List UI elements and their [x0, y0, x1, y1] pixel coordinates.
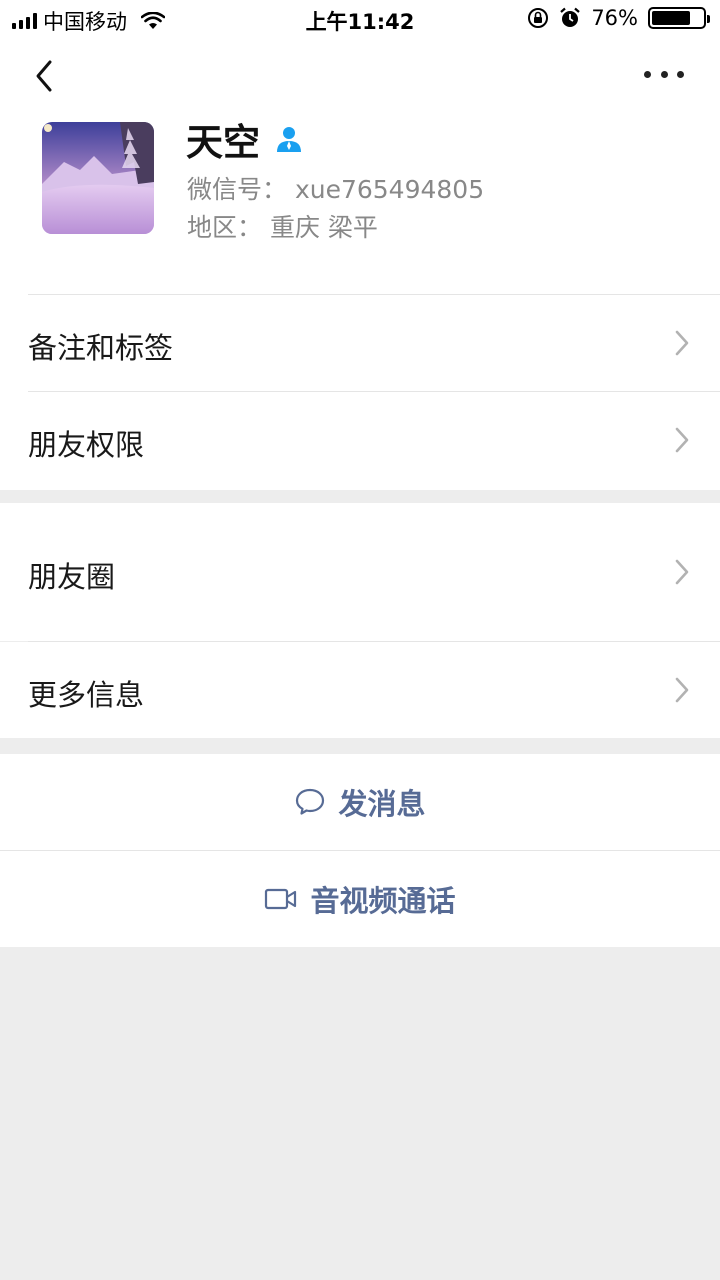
profile-name-row: 天空: [186, 112, 304, 166]
video-camera-icon: [265, 888, 297, 910]
divider: [28, 641, 720, 642]
more-info-row[interactable]: 更多信息: [0, 642, 720, 738]
send-message-label: 发消息: [338, 787, 426, 821]
moments-label: 朋友圈: [28, 560, 116, 594]
remarks-tags-label: 备注和标签: [28, 331, 174, 365]
profile-header: 天空 微信号： xue765494805 地区： 重庆 梁平 备注和标签 朋友权…: [0, 36, 720, 490]
wechat-id: 微信号： xue765494805: [187, 175, 485, 204]
friend-permissions-row[interactable]: 朋友权限: [0, 392, 720, 488]
profile-name: 天空: [186, 121, 260, 164]
divider: [0, 850, 720, 851]
chevron-right-icon: [675, 330, 689, 356]
battery-percent: 76%: [591, 6, 638, 30]
battery-level: [652, 11, 690, 25]
more-dots-icon[interactable]: [644, 66, 684, 82]
person-icon: [277, 127, 301, 152]
av-call-button[interactable]: 音视频通话: [0, 851, 720, 947]
chevron-right-icon: [675, 559, 689, 585]
friend-permissions-label: 朋友权限: [28, 428, 145, 462]
avatar[interactable]: [42, 122, 154, 234]
more-info-label: 更多信息: [28, 678, 145, 712]
status-right: 76%: [527, 6, 710, 30]
alarm-icon: [560, 7, 581, 27]
chat-bubble-icon: [296, 788, 325, 815]
battery-icon: [648, 7, 710, 29]
rotation-lock-icon: [528, 8, 549, 28]
moments-row[interactable]: 朋友圈: [0, 503, 720, 641]
remarks-tags-row[interactable]: 备注和标签: [0, 295, 720, 391]
chevron-right-icon: [675, 427, 689, 453]
chevron-left-icon[interactable]: [26, 56, 66, 96]
chevron-right-icon: [675, 677, 689, 703]
status-bar: 中国移动 上午11:42 76%: [0, 0, 720, 36]
av-call-label: 音视频通话: [310, 884, 456, 918]
send-message-button[interactable]: 发消息: [0, 754, 720, 850]
region: 地区： 重庆 梁平: [187, 213, 378, 242]
